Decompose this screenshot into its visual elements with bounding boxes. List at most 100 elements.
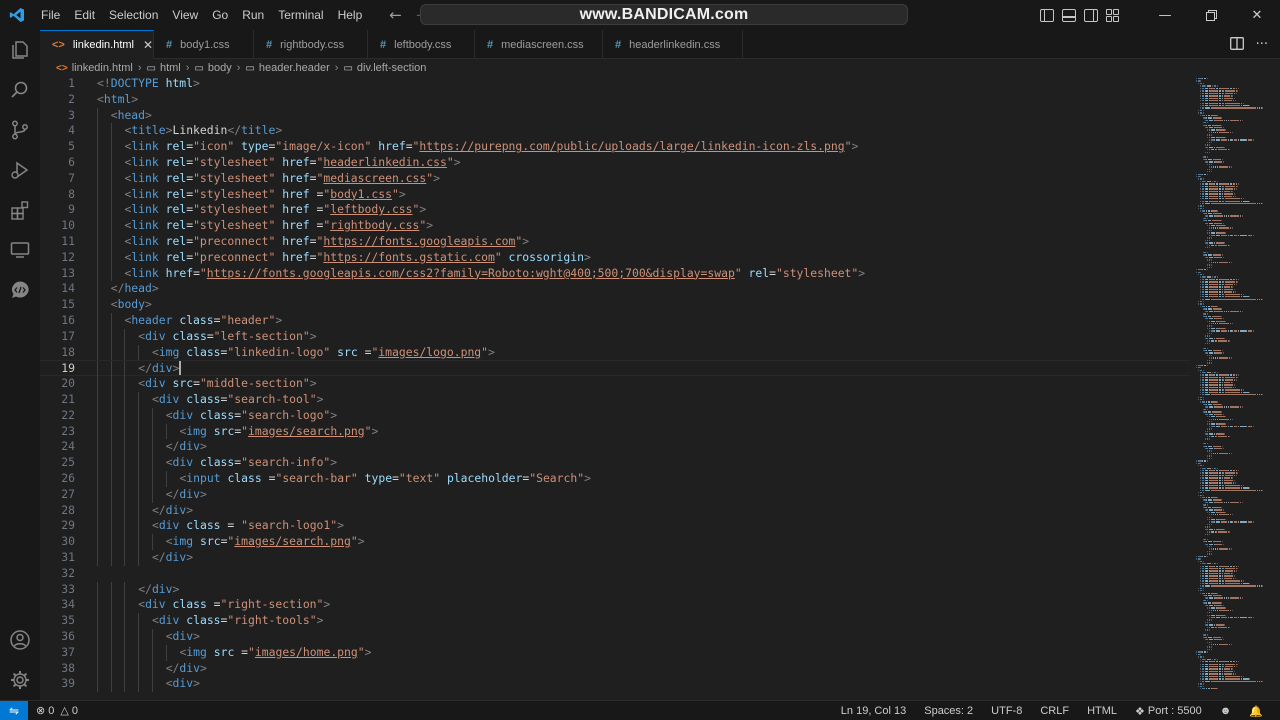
more-actions-icon[interactable]: ··· [1256,37,1268,52]
code-line[interactable]: 16 <header class="header"> [40,313,1190,329]
code-line[interactable]: 21 <div class="search-tool"> [40,392,1190,408]
line-number[interactable]: 28 [40,503,75,519]
code-line[interactable]: 26 <input class ="search-bar" type="text"… [40,471,1190,487]
extensions-icon[interactable] [8,198,32,222]
code-line[interactable]: 19 </div> [40,360,1190,378]
line-number[interactable]: 7 [40,171,75,187]
line-number[interactable]: 10 [40,218,75,234]
line-number[interactable]: 22 [40,408,75,424]
code-line[interactable]: 27 </div> [40,486,1190,503]
command-center[interactable]: www.BANDICAM.com [420,4,908,25]
code-line[interactable]: 29 <div class = "search-logo1"> [40,518,1190,535]
line-number[interactable]: 37 [40,645,75,661]
line-number[interactable]: 30 [40,534,75,550]
toggle-secondary-sidebar-icon[interactable] [1084,8,1098,22]
tab-rightbody-css[interactable]: # rightbody.css [254,30,368,59]
line-number[interactable]: 32 [40,566,75,582]
code-line[interactable]: 14 </head> [40,281,1190,298]
code-line[interactable]: 6 <link rel="stylesheet" href="headerlink… [40,155,1190,171]
code-line[interactable]: 32 [40,566,1190,582]
code-line[interactable]: 12 <link rel="preconnect" href="https://f… [40,249,1190,266]
minimize-button[interactable]: — [1142,0,1188,30]
line-number[interactable]: 14 [40,281,75,297]
code-line[interactable]: 7 <link rel="stylesheet" href="mediascree… [40,170,1190,187]
back-arrow-icon[interactable]: ← [389,6,402,24]
code-line[interactable]: 38 </div> [40,660,1190,677]
notifications-bell-icon[interactable]: 🔔 [1240,705,1272,718]
code-line[interactable]: 30 <img src="images/search.png"> [40,534,1190,550]
breadcrumb-header[interactable]: header.header [259,62,330,74]
menu-run[interactable]: Run [235,0,271,30]
line-number[interactable]: 13 [40,266,75,282]
code-line[interactable]: 39 <div> [40,676,1190,693]
line-number[interactable]: 31 [40,550,75,566]
code-editor[interactable]: 1 <!DOCTYPE html> 2 <html> 3 <head> 4 <title>Li… [40,76,1190,700]
remote-indicator-icon[interactable]: ⇋ [0,700,28,720]
code-line[interactable]: 23 <img src="images/search.png"> [40,423,1190,440]
code-line[interactable]: 28 </div> [40,502,1190,519]
code-line[interactable]: 15 <body> [40,297,1190,313]
menu-view[interactable]: View [165,0,205,30]
code-line[interactable]: 5 <link rel="icon" type="image/x-icon" hr… [40,139,1190,155]
indentation[interactable]: Spaces: 2 [915,705,982,717]
code-line[interactable]: 10 <link rel="stylesheet" href ="rightbod… [40,218,1190,234]
line-number[interactable]: 20 [40,376,75,392]
maximize-button[interactable] [1188,0,1234,30]
code-line[interactable]: 11 <link rel="preconnect" href="https://f… [40,234,1190,250]
code-line[interactable]: 9 <link rel="stylesheet" href ="leftbody.… [40,202,1190,219]
line-number[interactable]: 11 [40,234,75,250]
code-line[interactable]: 1 <!DOCTYPE html> [40,76,1190,92]
line-number[interactable]: 9 [40,202,75,218]
tab-headerlinkedin-css[interactable]: # headerlinkedin.css [603,30,743,59]
line-number[interactable]: 35 [40,613,75,629]
line-number[interactable]: 23 [40,424,75,440]
code-line[interactable]: 8 <link rel="stylesheet" href ="body1.css… [40,186,1190,203]
end-of-line[interactable]: CRLF [1031,705,1078,717]
code-line[interactable]: 4 <title>Linkedin</title> [40,123,1190,140]
accounts-share-icon[interactable]: ☻ [1211,705,1241,717]
breadcrumb-file[interactable]: linkedin.html [72,62,133,74]
line-number[interactable]: 4 [40,123,75,139]
line-number[interactable]: 12 [40,250,75,266]
close-tab-icon[interactable]: ✕ [143,38,153,52]
code-line[interactable]: 18 <img class="linkedin-logo" src ="image… [40,344,1190,361]
search-icon[interactable] [8,78,32,102]
code-line[interactable]: 35 <div class="right-tools"> [40,613,1190,629]
line-number[interactable]: 17 [40,329,75,345]
live-server-port[interactable]: ❖ Port : 5500 [1126,705,1211,718]
vertical-scrollbar[interactable] [1270,76,1280,700]
code-line[interactable]: 37 <img src ="images/home.png"> [40,644,1190,661]
line-number[interactable]: 16 [40,313,75,329]
problems-indicator[interactable]: ⊗ 0 △ 0 [36,704,78,718]
line-number[interactable]: 33 [40,582,75,598]
menu-go[interactable]: Go [205,0,235,30]
line-number[interactable]: 19 [40,361,75,377]
toggle-panel-icon[interactable] [1062,8,1076,22]
language-mode[interactable]: HTML [1078,705,1126,717]
breadcrumb-body[interactable]: body [208,62,232,74]
live-share-chat-icon[interactable] [8,278,32,302]
encoding[interactable]: UTF-8 [982,705,1031,717]
toggle-primary-sidebar-icon[interactable] [1040,8,1054,22]
code-line[interactable]: 34 <div class ="right-section"> [40,597,1190,614]
line-number[interactable]: 2 [40,92,75,108]
line-number[interactable]: 26 [40,471,75,487]
line-number[interactable]: 38 [40,661,75,677]
line-number[interactable]: 6 [40,155,75,171]
code-line[interactable]: 33 </div> [40,581,1190,598]
close-window-button[interactable]: ✕ [1234,0,1280,30]
menu-edit[interactable]: Edit [67,0,102,30]
code-line[interactable]: 17 <div class="left-section"> [40,328,1190,345]
menu-help[interactable]: Help [331,0,370,30]
line-number[interactable]: 27 [40,487,75,503]
code-line[interactable]: 24 </div> [40,439,1190,456]
explorer-icon[interactable] [8,38,32,62]
code-line[interactable]: 22 <div class="search-logo"> [40,407,1190,424]
settings-gear-icon[interactable] [8,668,32,692]
line-number[interactable]: 39 [40,676,75,692]
line-number[interactable]: 18 [40,345,75,361]
accounts-icon[interactable] [8,628,32,652]
tab-leftbody-css[interactable]: # leftbody.css [368,30,475,59]
line-number[interactable]: 8 [40,187,75,203]
code-line[interactable]: 20 <div src="middle-section"> [40,376,1190,392]
